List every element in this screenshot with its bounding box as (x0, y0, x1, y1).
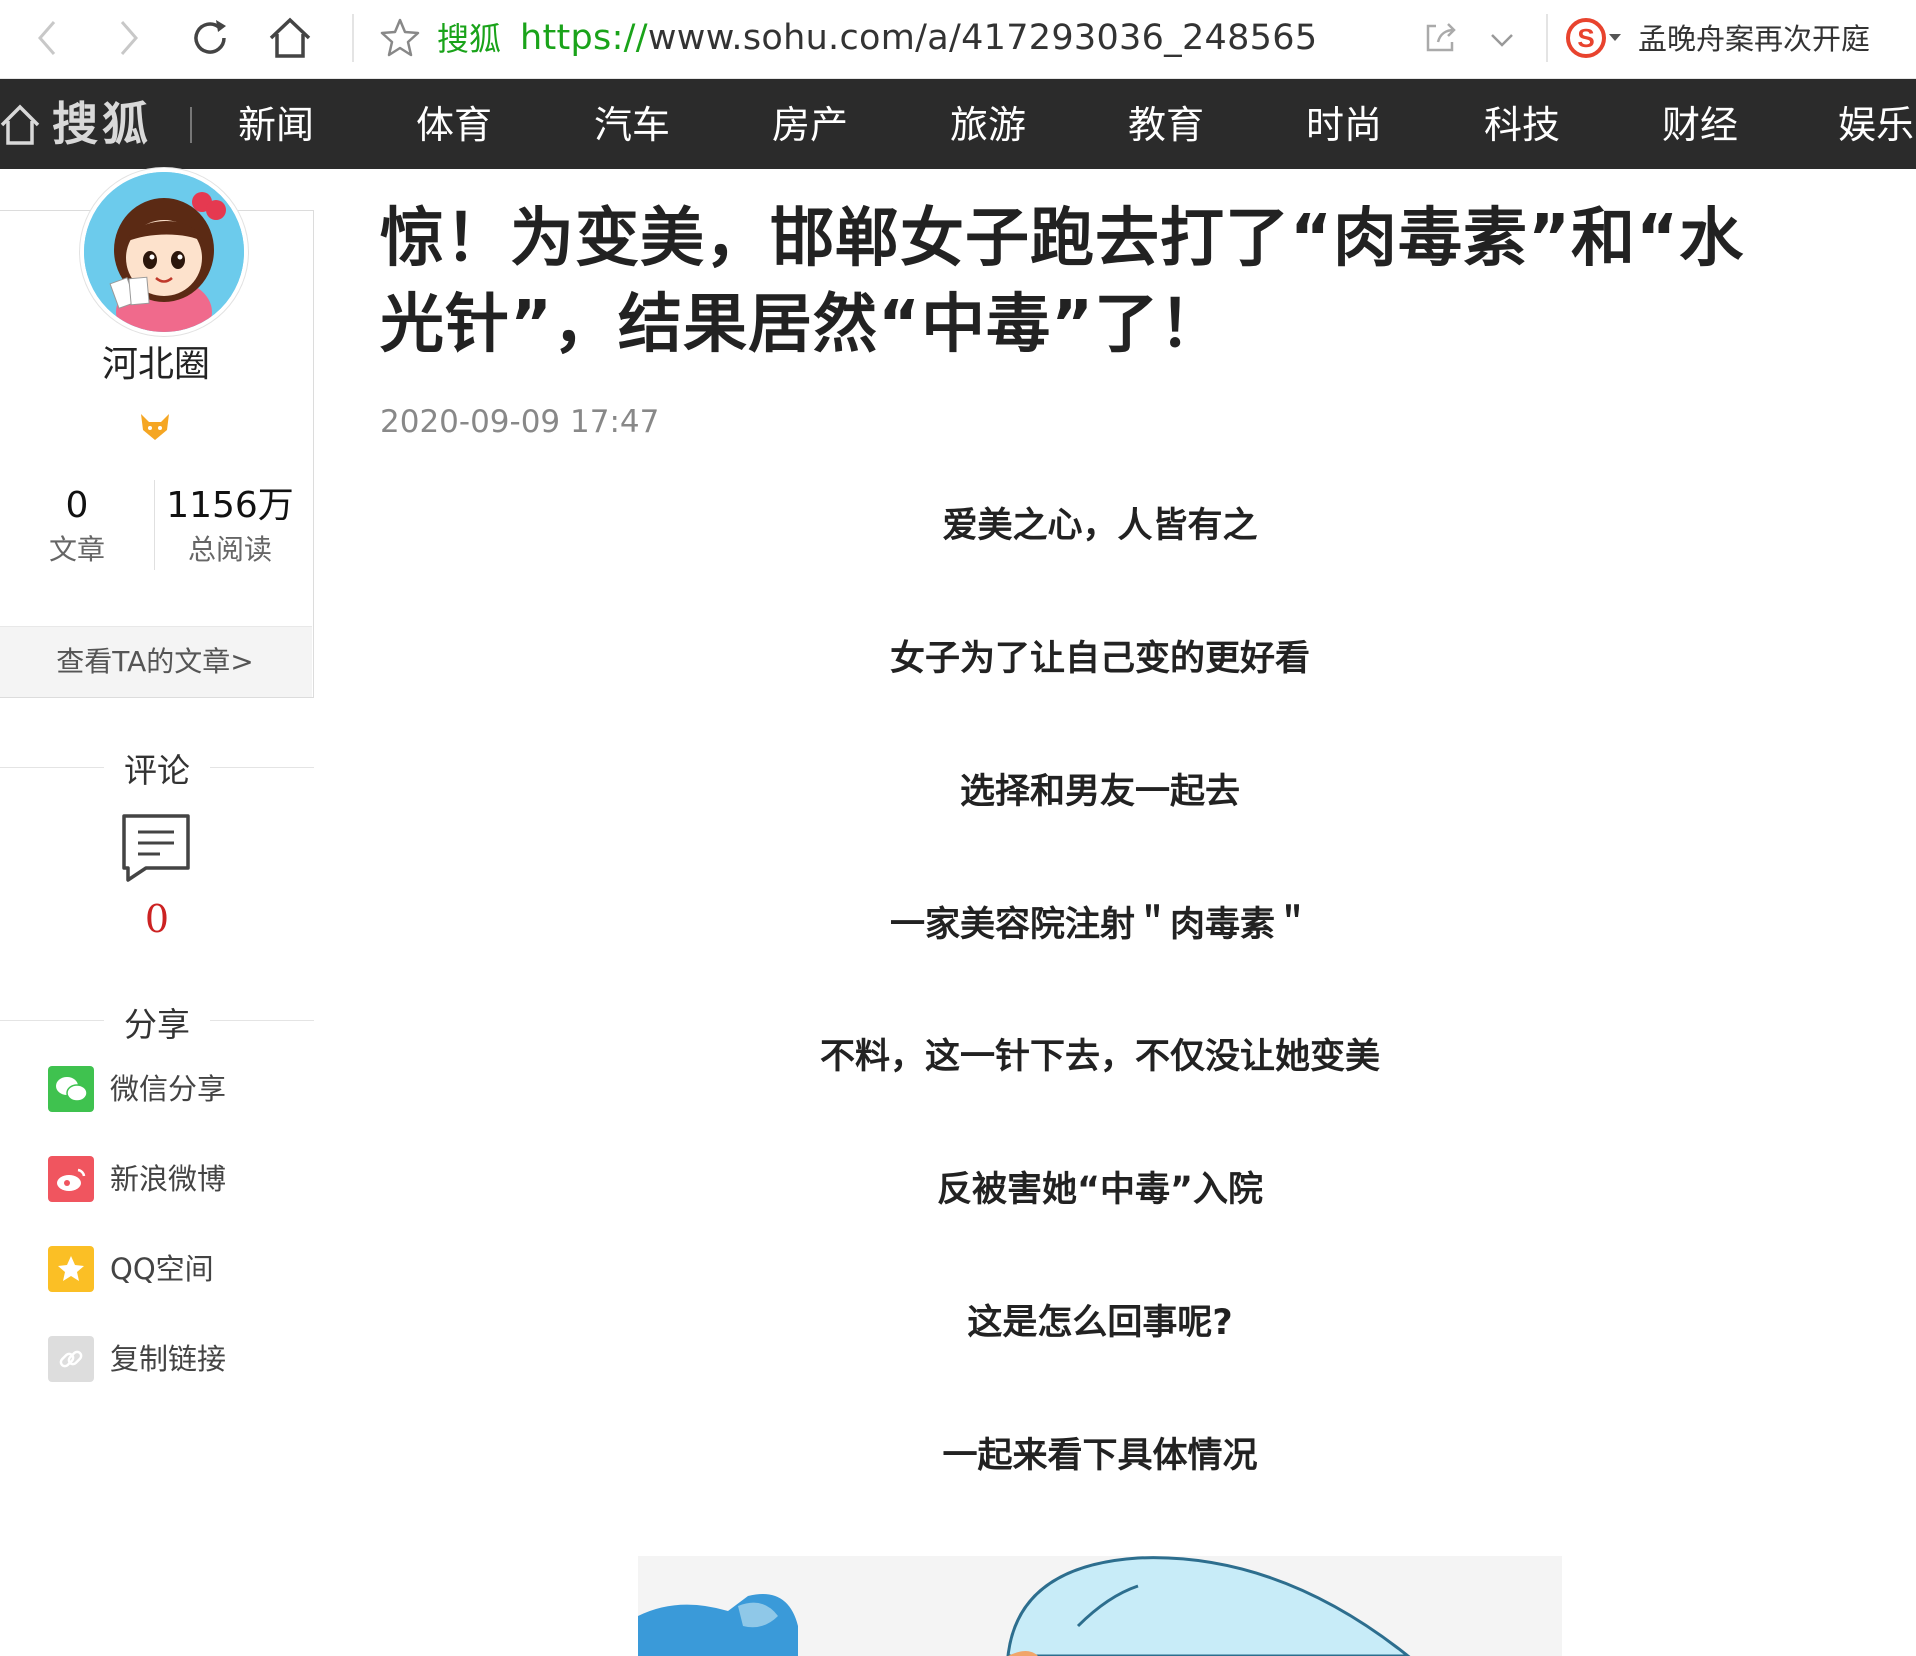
home-icon (269, 17, 311, 58)
article-paragraph: 女子为了让自己变的更好看 (889, 639, 1310, 679)
comments-title: 评论 (124, 751, 190, 790)
article-paragraph: 这是怎么回事呢? (967, 1303, 1233, 1343)
nav-item-news[interactable]: 新闻 (238, 99, 314, 151)
sohu-logo[interactable]: 搜狐 (52, 95, 152, 153)
toolbar-divider (352, 14, 354, 62)
url-text: www.sohu.com/a/417293036_248565 (647, 18, 1318, 58)
share-wechat-label: 微信分享 (110, 1072, 227, 1106)
wechat-icon (48, 1066, 94, 1112)
article-paragraph: 不料，这一针下去，不仅没让她变美 (819, 1037, 1380, 1077)
nav-item-auto[interactable]: 汽车 (594, 99, 670, 151)
reload-icon (194, 20, 226, 54)
nav-item-realestate[interactable]: 房产 (772, 99, 848, 151)
weibo-icon (48, 1156, 94, 1202)
search-engine-dropdown[interactable] (1609, 34, 1621, 41)
share-qzone-label: QQ空间 (110, 1252, 214, 1286)
nav-item-sports[interactable]: 体育 (416, 99, 492, 151)
nav-item-entertainment[interactable]: 娱乐 (1838, 99, 1914, 151)
avatar-illustration (84, 172, 244, 332)
view-articles-link[interactable]: 查看TA的文章> (0, 626, 312, 697)
articles-label: 文章 (48, 533, 105, 566)
reload-button[interactable] (182, 10, 238, 66)
nav-item-finance[interactable]: 财经 (1662, 99, 1738, 151)
nav-item-fashion[interactable]: 时尚 (1306, 99, 1382, 151)
nav-item-tech[interactable]: 科技 (1484, 99, 1560, 151)
nav-divider (190, 107, 192, 143)
share-title: 分享 (124, 1005, 190, 1044)
forward-icon (120, 21, 138, 55)
article-date: 2020-09-09 17:47 (380, 404, 660, 440)
copy-link-label: 复制链接 (110, 1342, 227, 1376)
share-weibo-label: 新浪微博 (110, 1162, 227, 1196)
article-paragraph: 一家美容院注射＂肉毒素＂ (889, 905, 1310, 945)
article-image (638, 1556, 1562, 1656)
share-icon[interactable] (1420, 18, 1460, 58)
home-button[interactable] (262, 10, 318, 66)
comment-icon[interactable] (120, 812, 192, 882)
article-paragraph: 选择和男友一起去 (959, 772, 1240, 812)
author-name[interactable]: 河北圈 (0, 340, 312, 390)
view-articles-label: 查看TA的文章> (56, 645, 254, 678)
back-icon (38, 21, 56, 55)
url-scheme: https:// (520, 18, 648, 58)
link-icon (48, 1336, 94, 1382)
article-paragraph: 爱美之心，人皆有之 (942, 506, 1258, 546)
chevron-down-icon[interactable] (1482, 20, 1522, 60)
star-icon[interactable] (378, 16, 422, 60)
article-title: 惊！为变美，邯郸女子跑去打了“肉毒素”和“水光针”，结果居然“中毒”了！ (380, 202, 1745, 362)
toolbar-divider (1546, 14, 1548, 62)
site-name: 搜狐 (437, 20, 502, 58)
back-button[interactable] (20, 10, 76, 66)
sogou-icon[interactable]: S (1564, 16, 1608, 60)
comment-count[interactable]: 0 (0, 894, 314, 944)
channel-nav: 搜狐 新闻 体育 汽车 房产 旅游 教育 时尚 科技 财经 娱乐 (0, 79, 1916, 169)
fox-badge-icon (141, 414, 169, 440)
svg-text:S: S (1577, 23, 1594, 53)
article-paragraph: 反被害她“中毒”入院 (936, 1170, 1263, 1210)
article-paragraph: 一起来看下具体情况 (942, 1436, 1258, 1476)
article-illustration (638, 1556, 1562, 1656)
avatar[interactable] (80, 168, 248, 336)
address-bar[interactable]: https://www.sohu.com/a/417293036_248565 (520, 16, 1317, 60)
qzone-icon (48, 1246, 94, 1292)
reads-label: 总阅读 (187, 533, 272, 566)
browser-toolbar: 搜狐 https://www.sohu.com/a/417293036_2485… (0, 0, 1916, 79)
nav-item-travel[interactable]: 旅游 (950, 99, 1026, 151)
reads-count: 1156万 (166, 485, 294, 526)
home-icon[interactable] (0, 101, 40, 147)
articles-count: 0 (65, 485, 89, 526)
search-suggestion[interactable]: 孟晚舟案再次开庭 (1638, 18, 1870, 60)
forward-button[interactable] (100, 10, 156, 66)
nav-item-education[interactable]: 教育 (1128, 99, 1204, 151)
